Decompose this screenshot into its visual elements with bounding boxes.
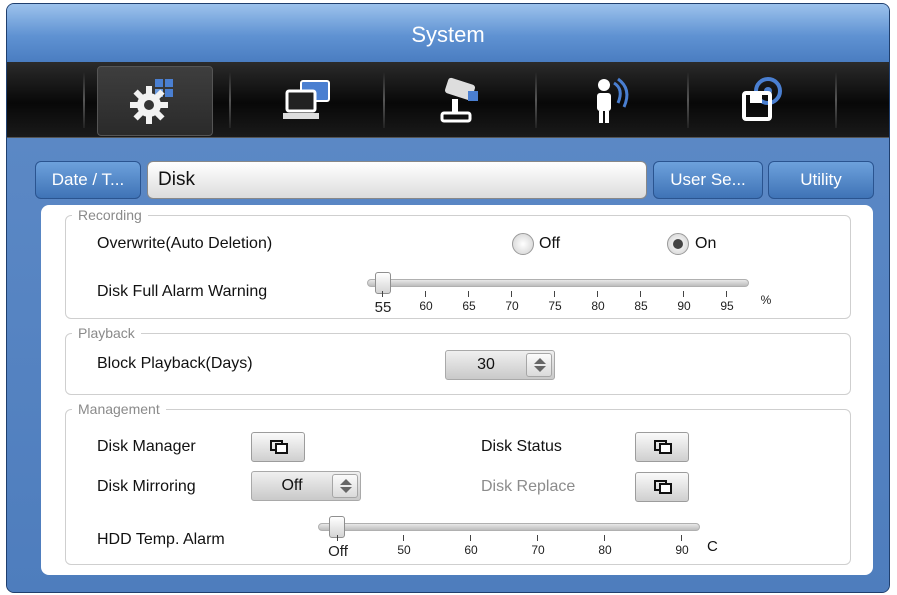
slider-tick (337, 535, 338, 541)
open-window-icon (654, 440, 672, 454)
alarm-tick-label: 85 (634, 299, 648, 313)
overwrite-off-label: Off (539, 235, 561, 252)
toolbar-separator (835, 72, 837, 128)
alarm-tick-label: 55 (374, 299, 392, 316)
block-playback-value: 30 (477, 356, 495, 373)
temp-tick-label: 80 (598, 543, 612, 557)
toolbar-button-user[interactable] (552, 66, 668, 136)
spin-up-icon[interactable] (340, 479, 352, 485)
disk-mirroring-spinner[interactable]: Off (251, 471, 361, 501)
toolbar-separator (83, 72, 85, 128)
temp-tick-label: 90 (675, 543, 689, 557)
tab-utility[interactable]: Utility (768, 161, 874, 199)
hdd-temp-alarm-slider[interactable] (318, 523, 700, 531)
overwrite-off-radio[interactable] (512, 233, 534, 255)
spin-up-icon[interactable] (534, 358, 546, 364)
alarm-tick-label: 90 (677, 299, 691, 313)
playback-legend: Playback (78, 325, 135, 341)
network-icon (283, 80, 330, 119)
slider-tick (403, 535, 404, 541)
disk-mirroring-value: Off (281, 477, 303, 494)
toolbar-separator (383, 72, 385, 128)
hdd-temp-alarm-label: HDD Temp. Alarm (97, 531, 225, 548)
disk-settings-panel: Recording Overwrite(Auto Deletion) Off O… (41, 205, 873, 575)
management-legend: Management (78, 401, 160, 417)
system-window: System Date / T... Disk User Se... Utili… (6, 3, 890, 593)
toolbar-separator (687, 72, 689, 128)
radio-selected-dot (673, 239, 683, 249)
overwrite-label: Overwrite(Auto Deletion) (97, 235, 273, 252)
slider-tick (681, 535, 682, 541)
disk-status-button[interactable] (635, 432, 689, 462)
tab-date-time[interactable]: Date / T... (35, 161, 141, 199)
alarm-tick-label: 70 (505, 299, 519, 313)
open-window-icon (270, 440, 288, 454)
slider-tick (537, 535, 538, 541)
toolbar-button-network[interactable] (247, 66, 363, 136)
alarm-tick-label: 95 (720, 299, 734, 313)
disk-manager-button[interactable] (251, 432, 305, 462)
window-title: System (7, 4, 889, 62)
camera-icon (440, 77, 478, 123)
toolbar-separator (229, 72, 231, 128)
user-wifi-icon (597, 77, 629, 123)
disk-full-alarm-label: Disk Full Alarm Warning (97, 283, 268, 300)
recording-legend: Recording (78, 207, 142, 223)
alarm-tick-label: 80 (591, 299, 605, 313)
disk-icon (742, 77, 782, 121)
overwrite-on-radio[interactable] (667, 233, 689, 255)
alarm-tick-label: 60 (419, 299, 433, 313)
slider-tick (604, 535, 605, 541)
disk-full-alarm-slider[interactable] (367, 279, 749, 287)
slider-tick (468, 291, 469, 297)
toolbar-button-disk[interactable] (704, 66, 820, 136)
slider-tick (382, 291, 383, 297)
slider-tick (683, 291, 684, 297)
disk-replace-button[interactable] (635, 472, 689, 502)
block-playback-label: Block Playback(Days) (97, 355, 253, 372)
tab-user-settings[interactable]: User Se... (653, 161, 763, 199)
temp-tick-label: 70 (531, 543, 545, 557)
slider-tick (726, 291, 727, 297)
spin-down-icon[interactable] (340, 487, 352, 493)
toolbar-button-camera[interactable] (400, 66, 516, 136)
system-settings-icon (130, 79, 173, 124)
open-window-icon (654, 480, 672, 494)
spin-down-icon[interactable] (534, 366, 546, 372)
disk-manager-label: Disk Manager (97, 438, 196, 455)
alarm-tick-label: 75 (548, 299, 562, 313)
slider-tick (640, 291, 641, 297)
main-toolbar (7, 62, 889, 138)
alarm-tick-label: 65 (462, 299, 476, 313)
tab-bar: Date / T... Disk User Se... Utility (35, 161, 875, 199)
temp-unit: C (707, 538, 718, 555)
toolbar-button-system[interactable] (97, 66, 213, 136)
disk-status-label: Disk Status (481, 438, 562, 455)
temp-tick-label: Off (328, 543, 348, 560)
slider-tick (511, 291, 512, 297)
disk-replace-label: Disk Replace (481, 478, 576, 495)
slider-tick (470, 535, 471, 541)
slider-tick (597, 291, 598, 297)
tab-disk[interactable]: Disk (147, 161, 647, 199)
disk-mirroring-stepper[interactable] (332, 474, 358, 498)
disk-mirroring-label: Disk Mirroring (97, 478, 196, 495)
temp-tick-label: 60 (464, 543, 478, 557)
main-content: Date / T... Disk User Se... Utility Reco… (7, 139, 889, 592)
toolbar-separator (535, 72, 537, 128)
slider-tick (425, 291, 426, 297)
alarm-unit: % (760, 293, 772, 307)
slider-tick (554, 291, 555, 297)
disk-full-alarm-thumb[interactable] (375, 272, 391, 294)
block-playback-stepper[interactable] (526, 353, 552, 377)
block-playback-spinner[interactable]: 30 (445, 350, 555, 380)
overwrite-on-label: On (695, 235, 717, 252)
temp-tick-label: 50 (397, 543, 411, 557)
